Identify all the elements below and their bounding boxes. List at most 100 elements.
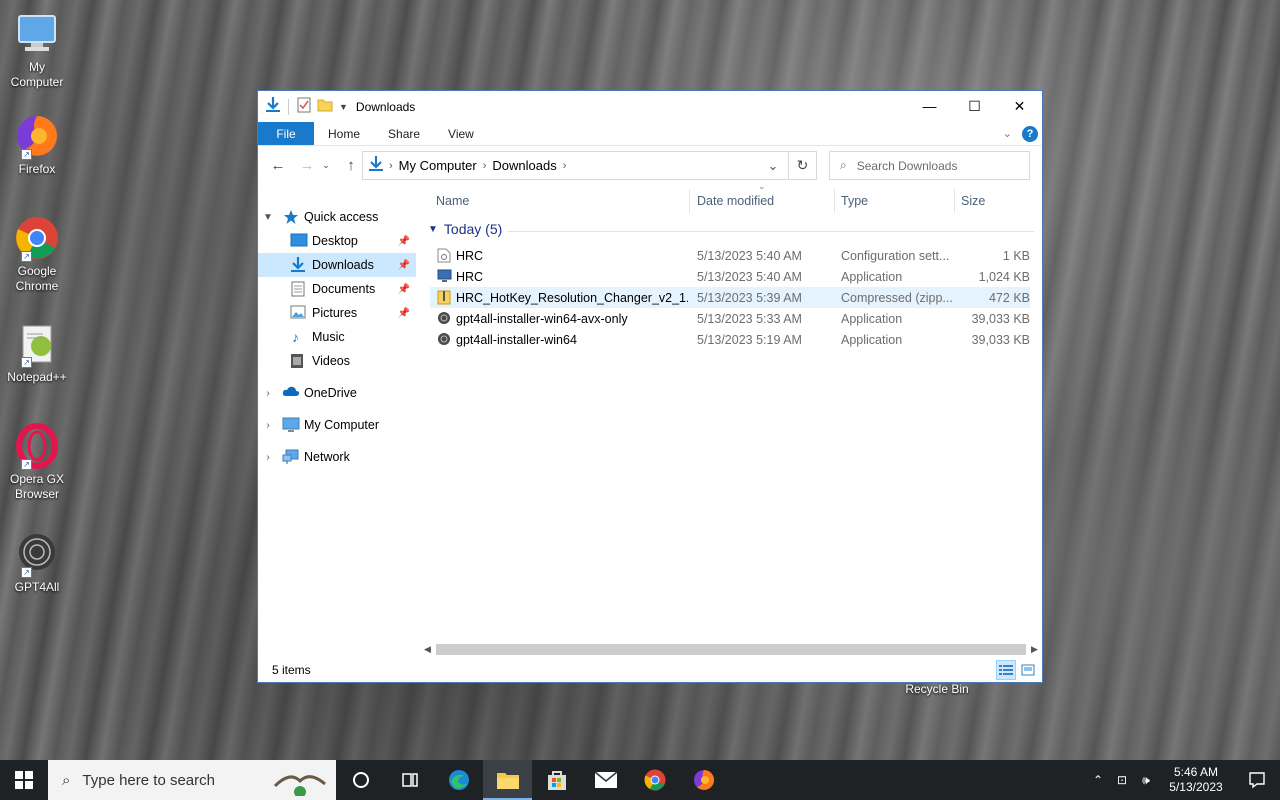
address-dropdown-chevron-icon[interactable]: ⌄ (758, 152, 788, 179)
nav-pictures[interactable]: Pictures 📌 (258, 301, 416, 325)
notifications-button[interactable] (1234, 771, 1280, 789)
search-box[interactable]: ⌕ (829, 151, 1030, 180)
title-bar[interactable]: ▼ Downloads — ☐ ✕ (258, 91, 1042, 122)
expand-chevron-icon[interactable]: › (262, 452, 274, 463)
cortana-button[interactable] (336, 760, 385, 800)
pin-icon[interactable]: 📌 (398, 260, 410, 271)
file-row[interactable]: HRC 5/13/2023 5:40 AM Configuration sett..… (430, 245, 1030, 266)
back-button[interactable]: ← (266, 153, 290, 177)
pin-icon[interactable]: 📌 (398, 284, 410, 295)
taskbar-file-explorer[interactable] (483, 760, 532, 800)
gpt4all-icon: ↗ (13, 530, 61, 578)
nav-desktop[interactable]: Desktop 📌 (258, 229, 416, 253)
desktop-icon-chrome[interactable]: ↗ Google Chrome (4, 214, 70, 294)
file-row[interactable]: HRC_HotKey_Resolution_Changer_v2_1... 5/1… (430, 287, 1030, 308)
taskbar-chrome[interactable] (630, 760, 679, 800)
column-header-date-modified[interactable]: Date modified (691, 189, 835, 213)
taskbar-search-input[interactable] (82, 771, 253, 789)
show-hidden-icons-chevron-icon[interactable]: ⌃ (1086, 773, 1110, 787)
task-view-button[interactable] (385, 760, 434, 800)
search-input[interactable] (856, 158, 1007, 173)
scroll-right-arrow-icon[interactable]: ▶ (1026, 641, 1043, 658)
nav-videos[interactable]: Videos (258, 349, 416, 373)
file-row[interactable]: HRC 5/13/2023 5:40 AM Application 1,024 KB (430, 266, 1030, 287)
tab-file[interactable]: File (258, 122, 314, 145)
file-type: Configuration sett... (841, 248, 950, 263)
recent-locations-chevron-icon[interactable]: ⌄ (319, 153, 333, 177)
file-size: 472 KB (988, 290, 1030, 305)
nav-quick-access[interactable]: ▼ Quick access (258, 205, 416, 229)
tab-home[interactable]: Home (314, 122, 374, 145)
file-row[interactable]: gpt4all-installer-win64-avx-only 5/13/202… (430, 308, 1030, 329)
minimize-button[interactable]: — (907, 91, 952, 121)
nav-my-computer[interactable]: › My Computer (258, 413, 416, 437)
tab-view[interactable]: View (434, 122, 488, 145)
desktop-icon-notepadpp[interactable]: ↗ Notepad++ (4, 320, 70, 385)
column-header-name[interactable]: Name (430, 189, 690, 213)
desktop-icon-firefox[interactable]: ↗ Firefox (4, 112, 70, 177)
file-row[interactable]: gpt4all-installer-win64 5/13/2023 5:19 AM… (430, 329, 1030, 350)
help-icon[interactable]: ? (1022, 125, 1038, 142)
customize-toolbar-chevron-icon[interactable]: ▼ (339, 102, 348, 112)
nav-onedrive[interactable]: › OneDrive (258, 381, 416, 405)
new-folder-icon[interactable] (317, 97, 333, 116)
clock[interactable]: 5:46 AM 5/13/2023 (1158, 765, 1234, 795)
recycle-bin-label[interactable]: Recycle Bin (896, 682, 978, 696)
properties-icon[interactable] (297, 97, 311, 116)
nav-label: Documents (312, 282, 376, 296)
file-explorer-window: ▼ Downloads — ☐ ✕ File Home Share View ⌄… (257, 90, 1043, 683)
refresh-button[interactable]: ↻ (789, 151, 817, 180)
notepadpp-icon: ↗ (13, 320, 61, 368)
expand-ribbon-chevron-icon[interactable]: ⌄ (1003, 127, 1012, 140)
scroll-track[interactable] (436, 644, 1026, 655)
taskbar-microsoft-store[interactable] (532, 760, 581, 800)
details-view-icon[interactable] (996, 660, 1016, 680)
tab-share[interactable]: Share (374, 122, 434, 145)
expand-chevron-icon[interactable]: › (262, 420, 274, 431)
start-button[interactable] (0, 760, 48, 800)
shortcut-arrow-icon: ↗ (21, 149, 32, 160)
collapse-chevron-icon[interactable]: ▼ (262, 212, 274, 223)
breadcrumb-my-computer[interactable]: My Computer (399, 158, 477, 173)
desktop-icon-label: GPT4All (14, 580, 60, 594)
onedrive-cloud-icon (282, 385, 300, 401)
network-status-icon[interactable]: ⊡ (1110, 773, 1134, 787)
address-bar[interactable]: › My Computer › Downloads › ⌄ (362, 151, 789, 180)
forward-button[interactable]: → (295, 153, 319, 177)
nav-downloads[interactable]: Downloads 📌 (258, 253, 416, 277)
nav-label: Network (304, 450, 350, 464)
desktop-icon-my-computer[interactable]: My Computer (4, 10, 70, 90)
taskbar-search-box[interactable]: ⌕ (48, 760, 336, 800)
breadcrumb-chevron-icon[interactable]: › (483, 160, 487, 172)
collapse-group-chevron-icon[interactable]: ▼ (428, 224, 438, 235)
search-highlight-bird-icon (270, 766, 330, 800)
pin-icon[interactable]: 📌 (398, 236, 410, 247)
taskbar-edge[interactable] (434, 760, 483, 800)
firefox-icon: ↗ (13, 112, 61, 160)
nav-documents[interactable]: Documents 📌 (258, 277, 416, 301)
taskbar-mail[interactable] (581, 760, 630, 800)
nav-music[interactable]: ♪ Music (258, 325, 416, 349)
scroll-left-arrow-icon[interactable]: ◀ (419, 641, 436, 658)
large-icons-view-icon[interactable] (1018, 660, 1038, 680)
taskbar-firefox[interactable] (679, 760, 728, 800)
expand-chevron-icon[interactable]: › (262, 388, 274, 399)
pin-icon[interactable]: 📌 (398, 308, 410, 319)
group-header-today[interactable]: ▼ Today (5) (428, 221, 502, 237)
chrome-icon: ↗ (13, 214, 61, 262)
desktop-icon-gpt4all[interactable]: ↗ GPT4All (4, 530, 70, 595)
close-button[interactable]: ✕ (997, 91, 1042, 121)
volume-icon[interactable]: 🕪 (1134, 773, 1158, 788)
nav-network[interactable]: › Network (258, 445, 416, 469)
column-header-size[interactable]: Size (955, 189, 1033, 213)
horizontal-scrollbar[interactable]: ◀ ▶ (419, 641, 1043, 658)
up-button[interactable]: ↑ (339, 153, 363, 177)
maximize-button[interactable]: ☐ (952, 91, 997, 121)
scroll-thumb[interactable] (436, 644, 1026, 655)
desktop-icon-opera-gx[interactable]: ↗ Opera GX Browser (4, 422, 70, 502)
breadcrumb-downloads[interactable]: Downloads (492, 158, 556, 173)
breadcrumb-chevron-icon[interactable]: › (563, 160, 567, 172)
column-header-type[interactable]: Type (835, 189, 955, 213)
breadcrumb-chevron-icon[interactable]: › (389, 160, 393, 172)
application-icon (437, 269, 452, 284)
